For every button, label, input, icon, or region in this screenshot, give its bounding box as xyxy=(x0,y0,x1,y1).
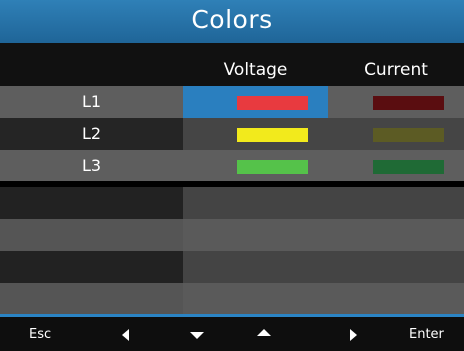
phase-label-l3: L3 xyxy=(0,150,183,182)
current-color-cell-l1[interactable] xyxy=(328,86,464,118)
empty-row xyxy=(0,219,464,251)
table-row-l1: L1 xyxy=(0,86,464,118)
voltage-color-swatch-l3 xyxy=(237,160,308,174)
triangle-up-icon[interactable] xyxy=(257,329,271,336)
esc-softkey[interactable]: Esc xyxy=(29,327,51,342)
voltage-color-cell-l1[interactable] xyxy=(183,86,328,118)
triangle-right-icon[interactable] xyxy=(350,329,357,341)
voltage-color-swatch-l2 xyxy=(237,128,308,142)
colors-screen: Colors Voltage Current L1 L2 L3 Esc Ente… xyxy=(0,0,464,351)
column-header-row: Voltage Current xyxy=(0,43,464,86)
current-color-swatch-l2 xyxy=(373,128,444,142)
voltage-color-cell-l2[interactable] xyxy=(183,118,328,150)
current-color-cell-l3[interactable] xyxy=(328,150,464,182)
table-row-l3: L3 xyxy=(0,150,464,182)
voltage-color-cell-l3[interactable] xyxy=(183,150,328,182)
phase-label-l1: L1 xyxy=(0,86,183,118)
page-title: Colors xyxy=(191,5,273,34)
column-header-voltage: Voltage xyxy=(223,60,288,80)
phase-label-l2: L2 xyxy=(0,118,183,150)
current-color-swatch-l3 xyxy=(373,160,444,174)
column-header-current: Current xyxy=(364,60,428,80)
empty-row xyxy=(0,187,464,219)
voltage-color-swatch-l1 xyxy=(237,96,308,110)
softkey-bar: Esc Enter xyxy=(0,317,464,351)
table-row-l2: L2 xyxy=(0,118,464,150)
empty-row xyxy=(0,251,464,283)
title-bar: Colors xyxy=(0,0,464,43)
current-color-swatch-l1 xyxy=(373,96,444,110)
enter-softkey[interactable]: Enter xyxy=(409,327,444,342)
current-color-cell-l2[interactable] xyxy=(328,118,464,150)
empty-row xyxy=(0,283,464,315)
triangle-down-icon[interactable] xyxy=(190,332,204,339)
triangle-left-icon[interactable] xyxy=(122,329,129,341)
